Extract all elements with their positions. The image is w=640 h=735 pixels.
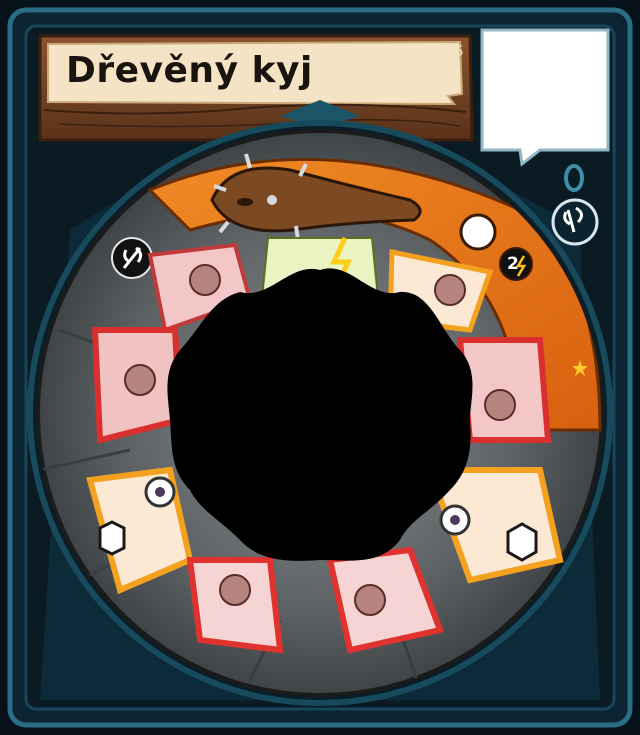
item-card: Dřevěný kyj 35 2 (0, 0, 640, 735)
card-art (0, 0, 640, 735)
energy-cost: 2 (507, 254, 519, 274)
card-title: Dřevěný kyj (66, 50, 313, 91)
hex-slot-right (506, 522, 538, 562)
portrait-placeholder (480, 28, 610, 167)
slot-circle (459, 213, 497, 251)
card-level: 35 (446, 44, 464, 60)
axe-icon (111, 237, 153, 279)
hex-slot-left (98, 520, 126, 556)
